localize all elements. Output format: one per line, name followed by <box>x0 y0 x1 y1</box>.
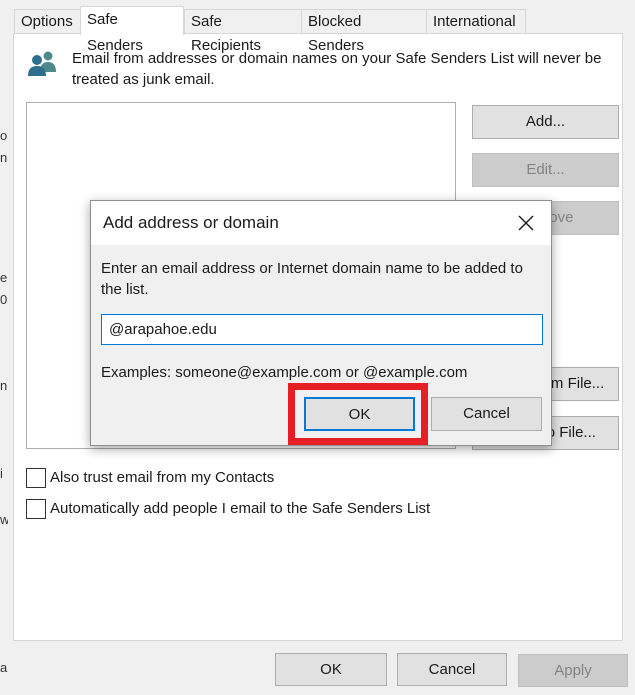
dialog-cancel-button[interactable]: Cancel <box>431 397 542 431</box>
tab-international[interactable]: International <box>426 9 526 33</box>
people-icon <box>27 50 57 76</box>
dialog-titlebar: Add address or domain <box>91 201 551 245</box>
edit-button[interactable]: Edit... <box>472 153 619 187</box>
edge-fragment: e <box>0 270 8 285</box>
close-icon[interactable] <box>515 212 537 234</box>
tab-safe-senders[interactable]: Safe Senders <box>80 6 184 54</box>
edge-fragment: n <box>0 150 8 165</box>
tab-options[interactable]: Options <box>14 9 81 33</box>
ok-highlight-box <box>288 383 428 445</box>
trust-contacts-checkbox[interactable] <box>26 468 46 488</box>
description-text: Email from addresses or domain names on … <box>72 50 602 88</box>
edge-fragment: i <box>0 466 3 481</box>
tab-safe-recipients[interactable]: Safe Recipients <box>184 9 302 54</box>
trust-contacts-label: Also trust email from my Contacts <box>50 469 275 486</box>
background-window-edge: o n e 0 n i w a <box>0 0 9 695</box>
edge-fragment: o <box>0 128 8 143</box>
edge-fragment: n <box>0 378 8 393</box>
apply-button[interactable]: Apply <box>518 654 628 687</box>
edge-fragment: 0 <box>0 292 8 307</box>
dialog-title: Add address or domain <box>103 213 279 232</box>
address-input[interactable] <box>101 314 543 345</box>
add-button[interactable]: Add... <box>472 105 619 139</box>
dialog-prompt: Enter an email address or Internet domai… <box>101 260 523 298</box>
cancel-button[interactable]: Cancel <box>397 653 507 686</box>
tab-blocked-senders[interactable]: Blocked Senders <box>301 9 427 54</box>
ok-button[interactable]: OK <box>275 653 387 686</box>
dialog-examples: Examples: someone@example.com or @exampl… <box>101 364 468 381</box>
edge-fragment: a <box>0 660 8 675</box>
auto-add-checkbox[interactable] <box>26 499 46 519</box>
auto-add-label: Automatically add people I email to the … <box>50 500 431 517</box>
